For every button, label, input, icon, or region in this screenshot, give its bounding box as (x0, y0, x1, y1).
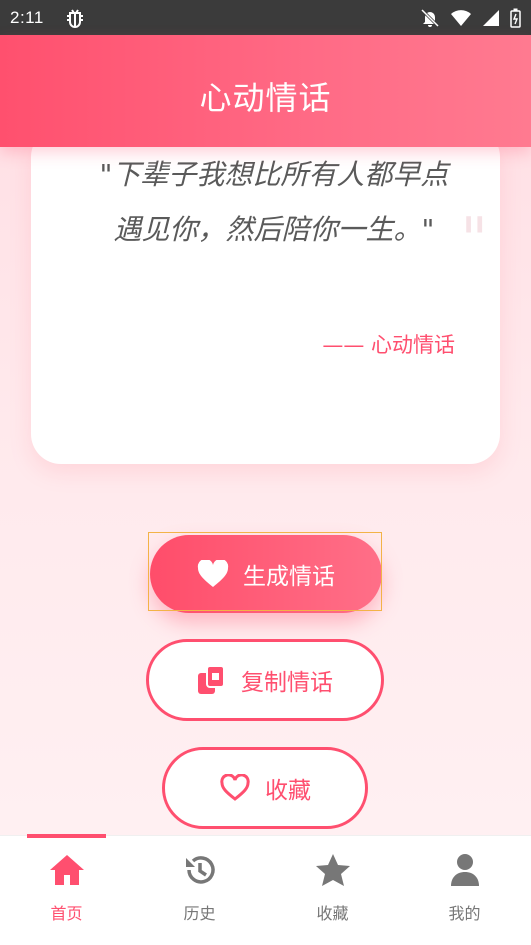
status-bar: 2:11 (0, 0, 531, 35)
wifi-icon (450, 9, 472, 27)
person-icon (398, 850, 531, 890)
quote-text: "下辈子我想比所有人都早点遇见你，然后陪你一生。" (99, 158, 449, 246)
status-icons (420, 8, 521, 28)
status-time: 2:11 (10, 8, 44, 27)
signal-icon (482, 9, 500, 27)
star-icon (266, 850, 399, 890)
history-icon (133, 850, 266, 890)
copy-button[interactable]: 复制情话 (146, 639, 384, 721)
main-content: " " "下辈子我想比所有人都早点遇见你，然后陪你一生。" —— 心动情话 生成… (0, 147, 531, 835)
nav-label-home: 首页 (50, 904, 83, 923)
nav-active-indicator (27, 834, 106, 838)
battery-icon (510, 8, 521, 28)
nav-label-profile: 我的 (448, 904, 481, 923)
quote-card: " " "下辈子我想比所有人都早点遇见你，然后陪你一生。" —— 心动情话 (31, 147, 500, 464)
quote-author: —— 心动情话 (322, 333, 455, 357)
favorite-button-label: 收藏 (265, 778, 311, 804)
generate-button-label: 生成情话 (243, 564, 335, 590)
app-header: 心动情话 (0, 35, 531, 147)
page-title: 心动情话 (199, 79, 332, 117)
heart-outline-icon (219, 774, 251, 802)
favorite-button[interactable]: 收藏 (162, 747, 368, 829)
nav-item-profile[interactable]: 我的 (398, 850, 531, 924)
bottom-navigation: 首页 历史 收藏 我的 (0, 834, 531, 945)
bug-icon (64, 6, 86, 34)
copy-icon (197, 665, 227, 695)
heart-filled-icon (197, 560, 229, 588)
home-icon (0, 850, 133, 890)
quote-close-mark-icon: " (460, 205, 488, 275)
quote-open-mark-icon: " (69, 147, 97, 179)
nav-label-history: 历史 (183, 904, 216, 923)
nav-item-favorites[interactable]: 收藏 (266, 850, 399, 924)
nav-item-home[interactable]: 首页 (0, 850, 133, 924)
nav-item-history[interactable]: 历史 (133, 850, 266, 924)
generate-button[interactable]: 生成情话 (150, 535, 382, 613)
copy-button-label: 复制情话 (241, 670, 333, 696)
notification-off-icon (420, 8, 440, 28)
nav-label-favorites: 收藏 (316, 904, 349, 923)
